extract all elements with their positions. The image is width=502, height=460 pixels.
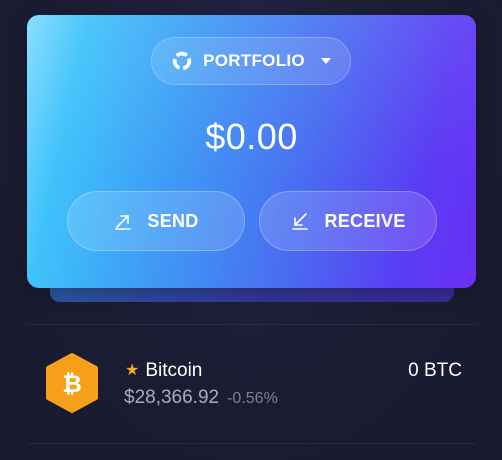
svg-text:₿: ₿ [62, 370, 82, 398]
bitcoin-icon: ₿ [46, 353, 98, 413]
portfolio-card: PORTFOLIO $0.00 SEND RECEIVE [27, 15, 476, 288]
asset-change: -0.56% [227, 390, 278, 407]
receive-button-label: RECEIVE [324, 210, 406, 231]
receive-button[interactable]: RECEIVE [259, 191, 437, 251]
asset-price-line: $28,366.92 -0.56% [124, 387, 278, 409]
arrow-up-right-icon [115, 215, 132, 230]
chevron-down-icon [320, 58, 331, 64]
arrow-down-left-icon [292, 213, 309, 230]
portfolio-selector-label: PORTFOLIO [203, 51, 305, 70]
send-button[interactable]: SEND [67, 191, 245, 251]
asset-balance: 0 BTC [408, 360, 462, 381]
divider-bottom [28, 443, 476, 444]
send-button-label: SEND [147, 210, 199, 231]
star-icon[interactable]: ★ [125, 363, 139, 379]
asset-row-bitcoin[interactable]: ₿ ★ Bitcoin $28,366.92 -0.56% 0 BTC [28, 325, 476, 443]
asset-price: $28,366.92 [124, 387, 220, 408]
portfolio-selector[interactable]: PORTFOLIO [151, 37, 351, 85]
pie-chart-icon [172, 51, 192, 71]
asset-name-line: ★ Bitcoin [125, 360, 202, 382]
portfolio-balance: $0.00 [205, 116, 298, 157]
asset-name: Bitcoin [145, 360, 203, 381]
